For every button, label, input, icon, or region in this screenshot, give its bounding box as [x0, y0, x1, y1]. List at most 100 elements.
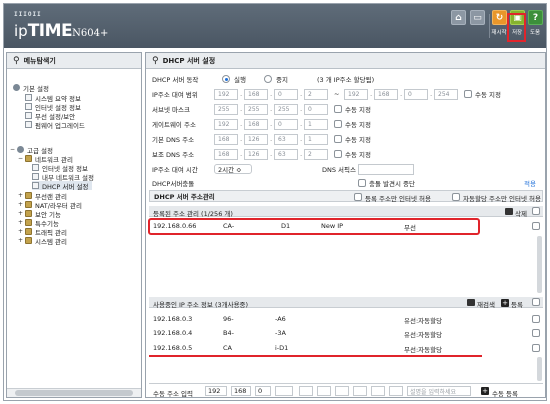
add-icon[interactable]: + — [481, 387, 489, 395]
row-checkbox[interactable] — [532, 329, 540, 337]
dns2-row: 보조 DNS 주소 168 . 126 . 63 . 2 수동 지정 — [152, 148, 371, 160]
home-icon[interactable]: ⌂ — [451, 10, 466, 25]
iptime-logo: ipTIMEN604+ — [14, 21, 109, 41]
select-all-registered-checkbox[interactable] — [532, 207, 540, 215]
gateway-octet-2[interactable]: 168 — [244, 118, 268, 130]
dns1-octet-3[interactable]: 63 — [274, 133, 298, 145]
dns2-octet-1[interactable]: 168 — [214, 148, 238, 160]
range-end-octet-1[interactable]: 192 — [344, 88, 368, 100]
range-start-octet-4[interactable]: 2 — [304, 88, 328, 100]
gateway-octet-4[interactable]: 1 — [304, 118, 328, 130]
refresh-button[interactable]: 재검색 — [477, 299, 495, 309]
folder-icon — [25, 210, 32, 217]
mac-field-5[interactable] — [371, 386, 385, 396]
dns1-octet-4[interactable]: 1 — [304, 133, 328, 145]
subnet-octet-2[interactable]: 255 — [244, 103, 268, 115]
page-icon — [25, 112, 32, 119]
table-row[interactable]: 192.168.0.5 CA i-D1 무선:자동할당 — [149, 341, 543, 355]
run-radio[interactable] — [222, 75, 230, 83]
expand-icon[interactable]: + — [18, 219, 24, 226]
expand-icon[interactable]: + — [18, 192, 24, 199]
row-checkbox[interactable] — [532, 222, 540, 230]
registered-scrollbar[interactable] — [537, 236, 542, 293]
subnet-octet-3[interactable]: 255 — [274, 103, 298, 115]
gateway-row: 게이트웨이 주소 192 . 168 . 0 . 1 수동 지정 — [152, 118, 371, 130]
range-start-octet-3[interactable]: 0 — [274, 88, 298, 100]
collapse-icon[interactable]: − — [10, 146, 16, 153]
gateway-octet-1[interactable]: 192 — [214, 118, 238, 130]
sidebar-item-system[interactable]: + 시스템 관리 — [18, 236, 67, 246]
dns1-octet-2[interactable]: 126 — [244, 133, 268, 145]
dns2-manual-checkbox[interactable] — [334, 150, 342, 158]
mac-field-2[interactable] — [317, 386, 331, 396]
gateway-octet-3[interactable]: 0 — [274, 118, 298, 130]
collapse-icon[interactable]: − — [18, 155, 24, 162]
row-checkbox[interactable] — [532, 315, 540, 323]
expand-icon[interactable]: + — [18, 201, 24, 208]
lease-time-select[interactable]: 2시간 ≎ — [214, 164, 252, 174]
manual-register-button[interactable]: 수동 등록 — [492, 388, 518, 398]
stop-radio[interactable] — [264, 75, 272, 83]
delete-button[interactable]: 삭제 — [515, 208, 527, 218]
page-icon[interactable]: ▭ — [470, 10, 485, 25]
range-manual-checkbox[interactable] — [464, 90, 472, 98]
subnet-octet-4[interactable]: 0 — [304, 103, 328, 115]
range-end-octet-3[interactable]: 0 — [404, 88, 428, 100]
range-end-octet-4[interactable]: 254 — [434, 88, 458, 100]
save-highlight-box — [507, 13, 526, 42]
folder-icon — [25, 192, 32, 199]
address-mgmt-header: DHCP 서버 주소관리 등록 주소만 인터넷 허용 자동할당 주소만 인터넷 … — [149, 190, 543, 203]
manual-ip-octet-2[interactable]: 168 — [231, 386, 251, 396]
sidebar-item-basic[interactable]: 기본 설정 — [13, 83, 49, 93]
sidebar-item-firmware[interactable]: 펌웨어 업그레이드 — [25, 120, 85, 130]
page-icon — [32, 164, 39, 171]
mac-field-1[interactable] — [299, 386, 313, 396]
apply-link[interactable]: 적용 — [524, 178, 536, 188]
lease-row: IP주소 대여 시간 2시간 ≎ DNS 서픽스 — [152, 163, 542, 175]
refresh-icon[interactable] — [467, 299, 475, 306]
dns2-octet-2[interactable]: 126 — [244, 148, 268, 160]
delete-icon[interactable] — [505, 208, 513, 215]
inuse-scrollbar[interactable] — [537, 357, 542, 381]
mac-field-4[interactable] — [353, 386, 367, 396]
add-icon[interactable]: + — [501, 299, 509, 307]
range-end-octet-2[interactable]: 168 — [374, 88, 398, 100]
top-header: IIIOII ipTIMEN604+ ⌂ ▭ ↻ 재시작 ▣ 저장 ? 도움 — [4, 4, 546, 48]
expand-icon[interactable]: + — [18, 228, 24, 235]
register-button[interactable]: 등록 — [511, 299, 523, 309]
manual-ip-octet-1[interactable]: 192 — [205, 386, 227, 396]
help-label: 도움 — [529, 30, 541, 36]
expand-icon[interactable]: + — [18, 237, 24, 244]
subnet-manual-checkbox[interactable] — [334, 105, 342, 113]
dns1-manual-checkbox[interactable] — [334, 135, 342, 143]
table-row[interactable]: 192.168.0.4 B4- -3A 유선:자동할당 — [149, 326, 543, 340]
run-label: 실행 — [234, 76, 246, 84]
subnet-octet-1[interactable]: 255 — [214, 103, 238, 115]
gateway-manual-checkbox[interactable] — [334, 120, 342, 128]
scrollbar-thumb[interactable] — [15, 390, 133, 396]
dns-service-input[interactable] — [358, 163, 414, 175]
folder-icon — [25, 228, 32, 235]
mac-field-3[interactable] — [335, 386, 349, 396]
registered-only-checkbox[interactable] — [354, 193, 362, 201]
manual-ip-octet-4[interactable] — [275, 386, 293, 396]
expand-icon[interactable]: + — [18, 210, 24, 217]
manual-ip-octet-3[interactable]: 0 — [255, 386, 271, 396]
dns2-octet-4[interactable]: 2 — [304, 148, 328, 160]
sidebar-item-dhcp[interactable]: DHCP 서버 설정 — [32, 181, 93, 191]
description-input[interactable]: 설명을 입력하세요 — [407, 386, 471, 396]
range-start-octet-1[interactable]: 192 — [214, 88, 238, 100]
restart-icon[interactable]: ↻ — [492, 10, 507, 25]
sidebar-horizontal-scrollbar[interactable] — [7, 388, 141, 397]
conflict-checkbox[interactable] — [358, 179, 366, 187]
search-icon: ⚲ — [13, 55, 20, 66]
range-start-octet-2[interactable]: 168 — [244, 88, 268, 100]
row-checkbox[interactable] — [532, 344, 540, 352]
mac-field-6[interactable] — [389, 386, 403, 396]
select-all-inuse-checkbox[interactable] — [532, 298, 540, 306]
dns1-octet-1[interactable]: 168 — [214, 133, 238, 145]
auto-only-checkbox[interactable] — [452, 193, 460, 201]
help-icon[interactable]: ? — [528, 10, 543, 25]
dns2-octet-3[interactable]: 63 — [274, 148, 298, 160]
table-row[interactable]: 192.168.0.3 96- -A6 유선:자동할당 — [149, 312, 543, 326]
